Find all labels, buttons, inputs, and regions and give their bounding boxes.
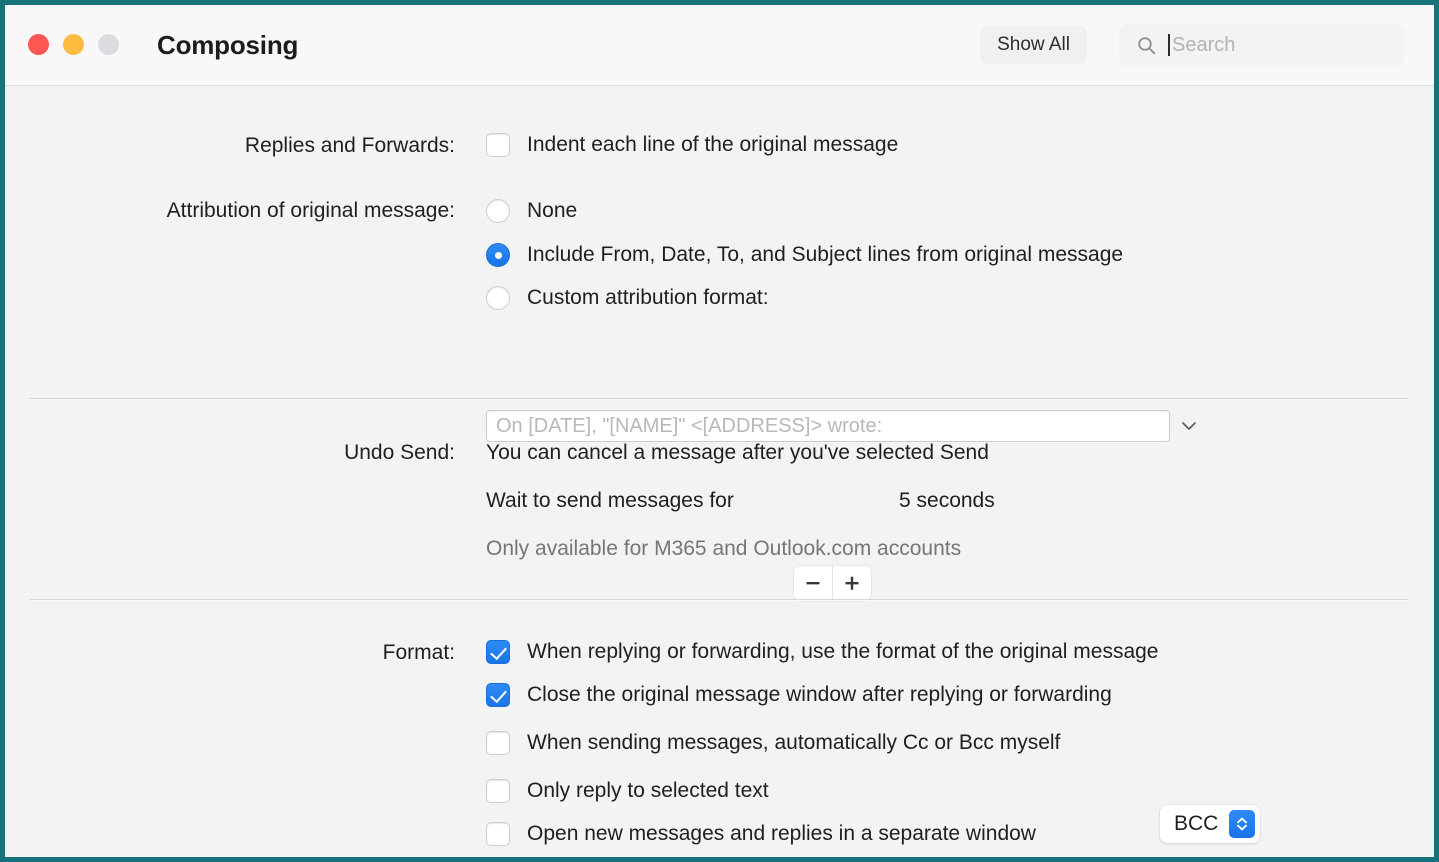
window-titlebar: Composing Show All Search <box>5 5 1434 86</box>
section-divider-1 <box>30 398 1408 399</box>
preferences-content: Replies and Forwards: Indent each line o… <box>5 86 1434 857</box>
undo-send-wait-label: Wait to send messages for <box>486 489 734 513</box>
format-only-reply-selected-text-row[interactable]: Only reply to selected text <box>486 779 769 803</box>
attribution-label: Attribution of original message: <box>65 199 455 223</box>
stepper-increment-button[interactable] <box>832 566 871 600</box>
attribution-none-radio[interactable] <box>486 199 510 223</box>
format-label: Format: <box>215 641 455 665</box>
close-window-button[interactable] <box>28 34 49 55</box>
attribution-custom-radio[interactable] <box>486 286 510 310</box>
search-input[interactable]: Search <box>1172 34 1235 57</box>
undo-send-description: You can cancel a message after you've se… <box>486 441 989 465</box>
format-open-separate-window-checkbox[interactable] <box>486 822 510 846</box>
replies-and-forwards-label: Replies and Forwards: <box>105 134 455 158</box>
indent-original-message-row[interactable]: Indent each line of the original message <box>486 133 898 157</box>
minimize-window-button[interactable] <box>63 34 84 55</box>
undo-send-label: Undo Send: <box>155 441 455 465</box>
indent-original-message-checkbox[interactable] <box>486 133 510 157</box>
format-open-separate-window-label: Open new messages and replies in a separ… <box>527 822 1036 846</box>
attribution-include-radio[interactable] <box>486 243 510 267</box>
cc-bcc-popup-value: BCC <box>1174 812 1218 836</box>
undo-send-seconds-value: 5 seconds <box>899 489 995 513</box>
format-close-original-window-row[interactable]: Close the original message window after … <box>486 683 1112 707</box>
preferences-window: Composing Show All Search Replies and Fo… <box>0 0 1439 862</box>
undo-send-note: Only available for M365 and Outlook.com … <box>486 537 961 561</box>
search-icon <box>1137 36 1156 55</box>
undo-send-note-row: Only available for M365 and Outlook.com … <box>486 537 961 561</box>
search-text-caret <box>1168 34 1170 56</box>
show-all-label: Show All <box>997 34 1070 56</box>
chevron-up-down-icon <box>1229 810 1255 838</box>
cc-bcc-popup-button[interactable]: BCC <box>1160 805 1260 843</box>
format-use-original-format-label: When replying or forwarding, use the for… <box>527 640 1159 664</box>
format-open-separate-window-row[interactable]: Open new messages and replies in a separ… <box>486 822 1036 846</box>
undo-send-wait-stepper[interactable] <box>794 566 871 600</box>
custom-attribution-input[interactable]: On [DATE], "[NAME]" <[ADDRESS]> wrote: <box>486 410 1170 442</box>
format-use-original-format-row[interactable]: When replying or forwarding, use the for… <box>486 640 1159 664</box>
section-divider-2 <box>30 599 1408 600</box>
format-close-original-window-label: Close the original message window after … <box>527 683 1112 707</box>
undo-send-seconds-row: 5 seconds <box>899 489 995 513</box>
indent-original-message-label: Indent each line of the original message <box>527 133 898 157</box>
minus-icon <box>803 573 823 593</box>
format-close-original-window-checkbox[interactable] <box>486 683 510 707</box>
attribution-custom-label: Custom attribution format: <box>527 286 769 310</box>
stepper-decrement-button[interactable] <box>794 566 832 600</box>
attribution-option-none-row[interactable]: None <box>486 199 577 223</box>
plus-icon <box>842 573 862 593</box>
custom-attribution-placeholder: On [DATE], "[NAME]" <[ADDRESS]> wrote: <box>496 415 882 438</box>
format-only-reply-selected-text-checkbox[interactable] <box>486 779 510 803</box>
attribution-include-label: Include From, Date, To, and Subject line… <box>527 243 1123 267</box>
format-only-reply-selected-text-label: Only reply to selected text <box>527 779 769 803</box>
show-all-button[interactable]: Show All <box>980 26 1087 64</box>
format-cc-bcc-myself-checkbox[interactable] <box>486 731 510 755</box>
chevron-down-icon[interactable] <box>1179 416 1199 436</box>
attribution-option-custom-row[interactable]: Custom attribution format: <box>486 286 769 310</box>
format-cc-bcc-myself-row[interactable]: When sending messages, automatically Cc … <box>486 731 1060 755</box>
zoom-window-button <box>98 34 119 55</box>
attribution-none-label: None <box>527 199 577 223</box>
undo-send-wait-row: Wait to send messages for <box>486 489 734 513</box>
format-cc-bcc-myself-label: When sending messages, automatically Cc … <box>527 731 1060 755</box>
format-use-original-format-checkbox[interactable] <box>486 640 510 664</box>
page-title: Composing <box>157 30 298 61</box>
traffic-light-controls <box>28 34 119 55</box>
search-field[interactable]: Search <box>1119 24 1404 66</box>
undo-send-description-row: You can cancel a message after you've se… <box>486 441 989 465</box>
attribution-option-include-row[interactable]: Include From, Date, To, and Subject line… <box>486 243 1123 267</box>
